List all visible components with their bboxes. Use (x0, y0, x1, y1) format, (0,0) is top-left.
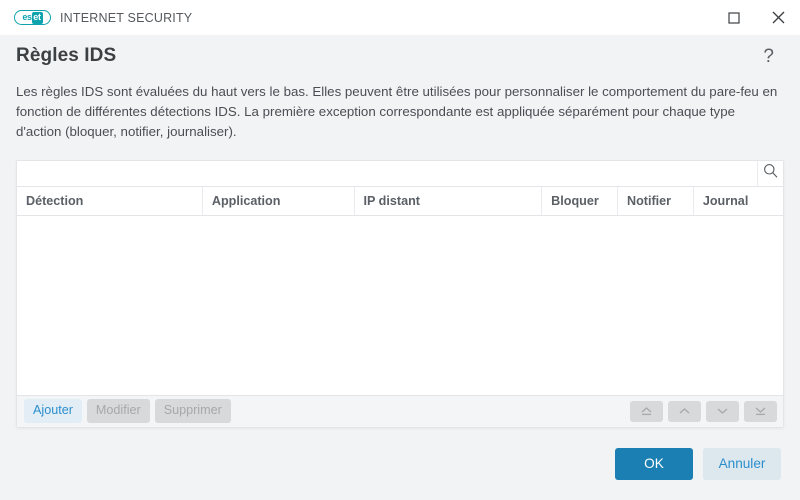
rule-reorder-buttons (630, 401, 777, 422)
close-button[interactable] (756, 0, 800, 35)
add-rule-button[interactable]: Ajouter (24, 399, 82, 423)
page-header: Règles IDS ? (0, 35, 800, 68)
move-up-button[interactable] (668, 401, 701, 422)
rules-table: DétectionApplicationIP distantBloquerNot… (17, 187, 783, 216)
dialog-footer: OK Annuler (0, 428, 800, 500)
eset-logo-left-text: es (22, 13, 31, 22)
table-column-header[interactable]: Journal (693, 187, 783, 216)
chevron-up-icon (677, 405, 692, 417)
ids-rules-dialog: es et INTERNET SECURITY (0, 0, 800, 500)
maximize-button[interactable] (712, 0, 756, 35)
cancel-button[interactable]: Annuler (703, 448, 781, 480)
move-down-button[interactable] (706, 401, 739, 422)
chevron-down-icon (715, 405, 730, 417)
table-column-header[interactable]: Détection (17, 187, 202, 216)
table-header: DétectionApplicationIP distantBloquerNot… (17, 187, 783, 216)
eset-logo-right-text: et (32, 12, 42, 24)
table-column-header[interactable]: Bloquer (542, 187, 618, 216)
rules-panel: DétectionApplicationIP distantBloquerNot… (16, 160, 784, 428)
table-body-empty[interactable] (17, 216, 783, 395)
double-chevron-up-icon (639, 405, 654, 417)
table-header-row: DétectionApplicationIP distantBloquerNot… (17, 187, 783, 216)
move-to-top-button[interactable] (630, 401, 663, 422)
window-controls (712, 0, 800, 35)
search-input[interactable] (17, 161, 757, 186)
edit-rule-button[interactable]: Modifier (87, 399, 150, 423)
help-icon[interactable]: ? (759, 45, 778, 68)
table-column-header[interactable]: IP distant (354, 187, 542, 216)
delete-rule-button[interactable]: Supprimer (155, 399, 231, 423)
brand: es et INTERNET SECURITY (0, 10, 192, 25)
ok-button[interactable]: OK (615, 448, 693, 480)
product-name: INTERNET SECURITY (60, 11, 192, 25)
page-title: Règles IDS (16, 45, 116, 68)
search-button[interactable] (757, 161, 783, 186)
eset-logo-icon: es et (14, 10, 51, 25)
double-chevron-down-icon (753, 405, 768, 417)
rule-action-buttons: Ajouter Modifier Supprimer (24, 399, 231, 423)
table-column-header[interactable]: Notifier (618, 187, 694, 216)
description-text: Les règles IDS sont évaluées du haut ver… (0, 68, 800, 143)
panel-footer: Ajouter Modifier Supprimer (17, 395, 783, 427)
close-icon (772, 11, 785, 24)
title-bar: es et INTERNET SECURITY (0, 0, 800, 35)
search-icon (763, 163, 778, 183)
rules-table-wrapper: DétectionApplicationIP distantBloquerNot… (17, 187, 783, 395)
search-row (17, 161, 783, 187)
table-column-header[interactable]: Application (202, 187, 354, 216)
maximize-icon (728, 12, 740, 24)
move-to-bottom-button[interactable] (744, 401, 777, 422)
